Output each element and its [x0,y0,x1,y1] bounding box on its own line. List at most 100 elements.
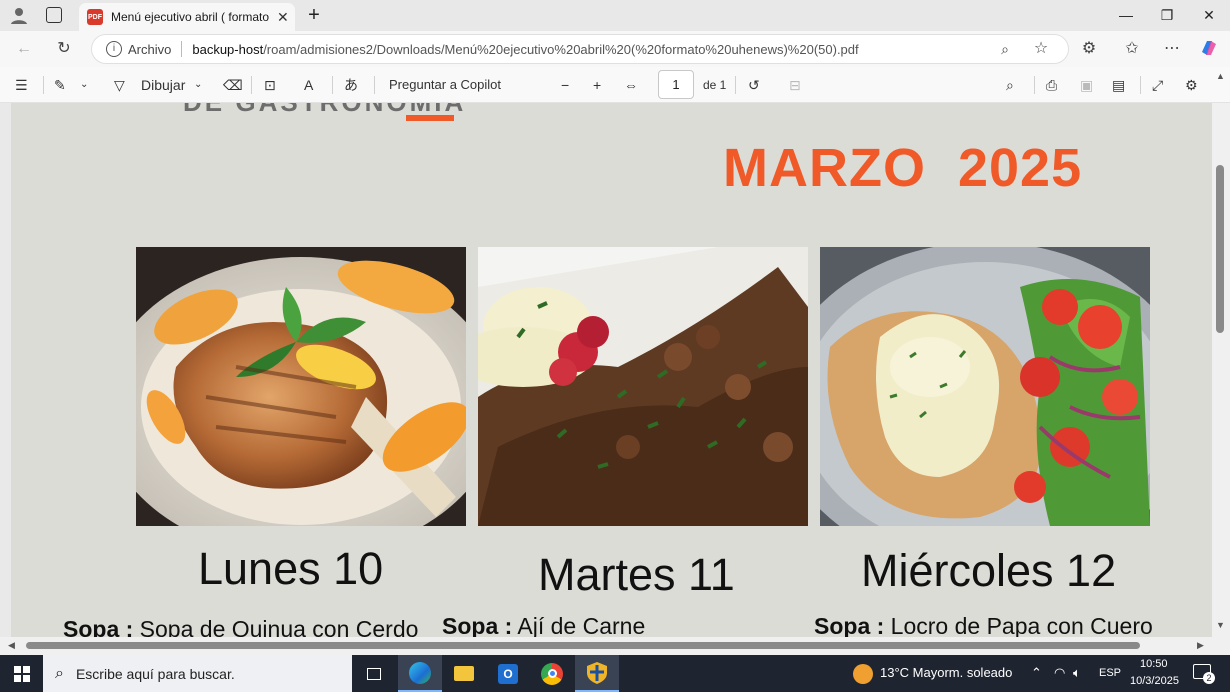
file-explorer-icon[interactable] [442,655,486,692]
dish-photo-miercoles [820,247,1150,526]
pdf-viewer[interactable]: DE GASTRONOMIA MARZO 2025 [0,103,1230,637]
tray-expand-icon[interactable]: ⌃ [1031,665,1042,681]
sopa-key: Sopa : [63,616,134,637]
volume-icon[interactable]: 🔈︎ [1073,665,1081,681]
sopa-martes: Sopa : Ají de Carne [442,613,645,637]
toolbar-divider [735,76,736,94]
save-as-icon[interactable]: ▤ [1112,75,1125,95]
highlight-icon[interactable]: ✎ [54,75,66,95]
heading-accent [406,115,454,121]
draw-button[interactable]: Dibujar [141,75,185,95]
draw-dropdown-icon[interactable]: ⌄ [194,75,202,95]
draw-icon[interactable]: ▽ [114,75,125,95]
sopa-miercoles: Sopa : Locro de Papa con Cuero [814,613,1153,637]
sopa-value: Sopa de Quinua con Cerdo [139,616,419,637]
title-bar: PDF Menú ejecutivo abril ( formato uh ✕ … [0,0,1230,31]
profile-icon[interactable] [10,6,28,24]
dish-photo-lunes [136,247,466,526]
day-title-lunes: Lunes 10 [198,543,384,594]
new-tab-button[interactable]: + [302,4,326,26]
maximize-button[interactable]: ❐ [1155,4,1179,26]
navigation-bar: ← ↻ i Archivo backup-host/roam/admisione… [0,31,1230,67]
ask-copilot-button[interactable]: Preguntar a Copilot [389,75,501,95]
pdf-settings-icon[interactable]: ⚙ [1185,75,1198,95]
vertical-scroll-thumb[interactable] [1216,165,1224,333]
day-title-martes: Martes 11 [538,549,735,600]
pdf-toolbar: ☰ ✎ ⌄ ▽ Dibujar ⌄ ⌫ ⊡ A あ Preguntar a Co… [0,67,1230,103]
favorites-icon[interactable]: ✩ [1121,38,1143,60]
rotate-icon[interactable]: ↺ [748,75,760,95]
page-view-icon[interactable]: ⊟ [789,75,801,95]
address-separator [181,41,183,57]
fullscreen-icon[interactable]: ⤢ [1152,75,1163,95]
back-icon[interactable]: ← [13,38,35,60]
scroll-down-icon[interactable]: ▼ [1216,620,1225,630]
security-app-icon[interactable] [575,655,619,692]
address-bar[interactable]: i Archivo backup-host/roam/admisiones2/D… [91,34,1069,64]
search-pdf-icon[interactable]: ⌕ [1006,75,1014,95]
search-icon: ⌕ [55,664,64,682]
print-icon[interactable]: ⎙ [1046,75,1057,95]
translate-icon[interactable]: あ [344,75,358,95]
clock-date[interactable]: 10/3/2025 [1130,675,1179,687]
search-placeholder: Escribe aquí para buscar. [75,665,235,682]
edge-app-icon[interactable] [398,655,442,692]
contents-icon[interactable]: ☰ [15,75,28,95]
eraser-icon[interactable]: ⌫ [223,75,243,95]
close-tab-icon[interactable]: ✕ [277,9,289,26]
tab-actions-icon[interactable] [46,7,62,23]
text-box-icon[interactable]: ⊡ [264,75,276,95]
toolbar-divider [374,76,375,94]
address-url[interactable]: backup-host/roam/admisiones2/Downloads/M… [192,42,858,57]
copilot-icon[interactable] [1198,38,1220,60]
page-number-input[interactable]: 1 [658,70,694,99]
toolbar-divider [332,76,333,94]
extensions-icon[interactable]: ⚙ [1078,38,1100,60]
network-icon[interactable]: ◠ [1054,665,1065,681]
horizontal-scrollbar[interactable]: ◀ ▶ [0,637,1230,655]
toolbar-divider [1034,76,1035,94]
dish-photo-martes [478,247,808,526]
highlight-dropdown-icon[interactable]: ⌄ [80,75,88,95]
weather-text[interactable]: 13°C Mayorm. soleado [880,665,1012,680]
pdf-page: DE GASTRONOMIA MARZO 2025 [11,103,1212,637]
scroll-left-icon[interactable]: ◀ [8,640,15,651]
month-title: MARZO 2025 [723,138,1083,198]
vertical-scrollbar[interactable]: ▲ ▼ [1212,71,1230,637]
browser-tab[interactable]: PDF Menú ejecutivo abril ( formato uh ✕ [79,3,295,31]
pdf-icon: PDF [87,9,103,25]
fit-width-icon[interactable]: ⇔ [624,75,638,95]
sopa-key: Sopa : [442,613,513,637]
zoom-icon[interactable]: ⌕ [994,38,1016,60]
zoom-in-icon[interactable]: + [593,75,601,95]
save-icon[interactable]: ▣ [1080,75,1093,95]
toolbar-divider [251,76,252,94]
language-indicator[interactable]: ESP [1099,667,1121,679]
horizontal-scroll-thumb[interactable] [26,642,1140,649]
day-title-miercoles: Miércoles 12 [861,545,1117,596]
task-view-icon[interactable] [352,655,396,692]
refresh-icon[interactable]: ↻ [53,38,75,60]
weather-icon[interactable] [853,664,873,684]
chrome-icon[interactable] [530,655,574,692]
start-button[interactable] [0,655,44,692]
scroll-right-icon[interactable]: ▶ [1197,640,1204,651]
clock-time[interactable]: 10:50 [1140,658,1168,670]
page-total-label: de 1 [703,78,727,92]
address-scheme-label: Archivo [128,41,172,57]
read-aloud-icon[interactable]: A [304,75,313,95]
sopa-value: Ají de Carne [517,613,646,637]
sopa-value: Locro de Papa con Cuero [890,613,1153,637]
scroll-up-icon[interactable]: ▲ [1216,71,1225,81]
taskbar: ⌕ Escribe aquí para buscar. O 13°C Mayor… [0,655,1230,692]
minimize-button[interactable]: — [1114,4,1138,26]
sopa-key: Sopa : [814,613,885,637]
outlook-icon[interactable]: O [486,655,530,692]
taskbar-search[interactable]: ⌕ Escribe aquí para buscar. [43,655,352,692]
close-window-button[interactable]: ✕ [1197,4,1221,26]
toolbar-divider [1140,76,1141,94]
favorite-star-icon[interactable]: ☆ [1030,38,1052,60]
more-menu-icon[interactable]: ⋯ [1161,38,1183,60]
zoom-out-icon[interactable]: − [561,75,569,95]
info-icon[interactable]: i [106,41,122,57]
